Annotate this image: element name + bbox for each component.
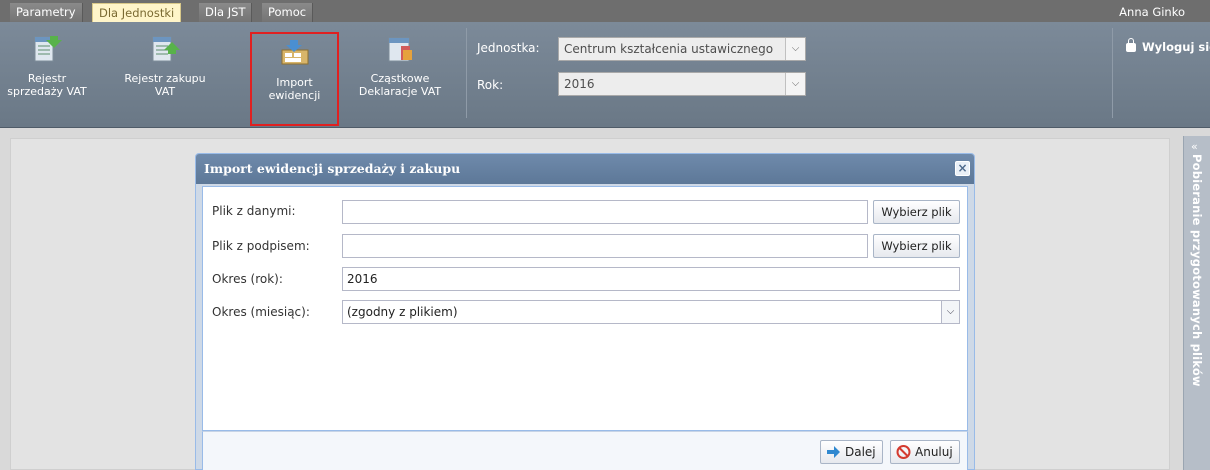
partial-declarations-icon [388, 37, 412, 62]
dialog-title: Import ewidencji sprzedaży i zakupu [196, 154, 974, 184]
side-panel-downloads[interactable]: « Pobieranie przygotowanych plików [1183, 136, 1210, 470]
month-select-value: (zgodny z plikiem) [347, 305, 458, 319]
menu-tab-dla-jst[interactable]: Dla JST [199, 3, 253, 22]
vat-purchase-register-label-1: Rejestr zakupu [124, 72, 206, 85]
dialog-footer: Dalej Anuluj [202, 431, 968, 470]
rok-select[interactable]: 2016 ⌵ [558, 72, 806, 96]
import-records-icon [281, 40, 308, 65]
logout-button[interactable]: Wyloguj się [1126, 38, 1210, 54]
vat-purchase-register-label-2: VAT [154, 85, 176, 98]
vat-purchase-register-button[interactable]: Rejestr zakupu VAT [118, 30, 212, 120]
jednostka-label: Jednostka: [477, 41, 540, 55]
dialog-body: Plik z danymi: Wybierz plik Plik z podpi… [202, 186, 968, 431]
menu-tab-pomoc[interactable]: Pomoc [262, 3, 314, 22]
next-button[interactable]: Dalej [820, 440, 883, 464]
close-icon[interactable]: × [955, 161, 970, 176]
jednostka-select[interactable]: Centrum kształcenia ustawicznego ⌵ [558, 37, 806, 61]
rok-select-value: 2016 [564, 77, 595, 91]
import-records-label-2: ewidencji [268, 89, 321, 102]
year-input[interactable]: 2016 [342, 267, 960, 291]
lock-icon [1126, 38, 1136, 52]
expand-panel-icon[interactable]: « [1191, 140, 1198, 153]
import-records-label-1: Import [276, 76, 313, 89]
cancel-icon [896, 445, 911, 459]
partial-vat-declarations-label-2: Deklaracje VAT [358, 85, 442, 98]
import-dialog: Import ewidencji sprzedaży i zakupu × Pl… [195, 153, 975, 470]
choose-data-file-button[interactable]: Wybierz plik [873, 200, 960, 224]
arrow-right-icon [827, 446, 840, 458]
year-label: Okres (rok): [212, 272, 283, 286]
partial-vat-declarations-button[interactable]: Cząstkowe Deklaracje VAT [350, 30, 450, 120]
vat-register-purchase-icon [152, 36, 180, 62]
chevron-down-icon: ⌵ [785, 73, 805, 95]
vat-sales-register-button[interactable]: Rejestr sprzedaży VAT [4, 30, 90, 120]
rok-label: Rok: [477, 78, 504, 92]
choose-signature-file-button[interactable]: Wybierz plik [873, 234, 960, 258]
month-select[interactable]: (zgodny z plikiem) ⌵ [342, 300, 960, 324]
import-records-button[interactable]: Import ewidencji [250, 32, 339, 126]
next-button-label: Dalej [845, 445, 876, 459]
vat-sales-register-label-2: sprzedaży VAT [7, 85, 87, 98]
signature-file-label: Plik z podpisem: [212, 239, 310, 253]
side-panel-title: Pobieranie przygotowanych plików [1190, 154, 1204, 387]
ribbon-toolbar: Rejestr sprzedaży VAT Rejestr zakupu VAT… [0, 22, 1210, 128]
chevron-down-icon: ⌵ [785, 38, 805, 60]
logout-label: Wyloguj się [1142, 40, 1210, 54]
chevron-down-icon: ⌵ [941, 301, 959, 323]
user-name: Anna Ginko [1119, 5, 1185, 19]
vat-register-sales-icon [34, 36, 62, 62]
ribbon-separator [466, 28, 467, 118]
signature-file-input[interactable] [342, 234, 868, 258]
data-file-label: Plik z danymi: [212, 204, 296, 218]
jednostka-select-value: Centrum kształcenia ustawicznego [564, 42, 774, 56]
top-menu-bar: Parametry Dla Jednostki Dla JST Pomoc An… [0, 0, 1210, 22]
data-file-input[interactable] [342, 200, 868, 224]
menu-tab-parametry[interactable]: Parametry [10, 3, 83, 22]
vat-sales-register-label-1: Rejestr [27, 72, 67, 85]
menu-tab-dla-jednostki[interactable]: Dla Jednostki [92, 3, 182, 22]
ribbon-separator [1112, 28, 1113, 118]
cancel-button[interactable]: Anuluj [890, 440, 960, 464]
partial-vat-declarations-label-1: Cząstkowe [370, 72, 430, 85]
month-label: Okres (miesiąc): [212, 305, 310, 319]
cancel-button-label: Anuluj [915, 445, 953, 459]
